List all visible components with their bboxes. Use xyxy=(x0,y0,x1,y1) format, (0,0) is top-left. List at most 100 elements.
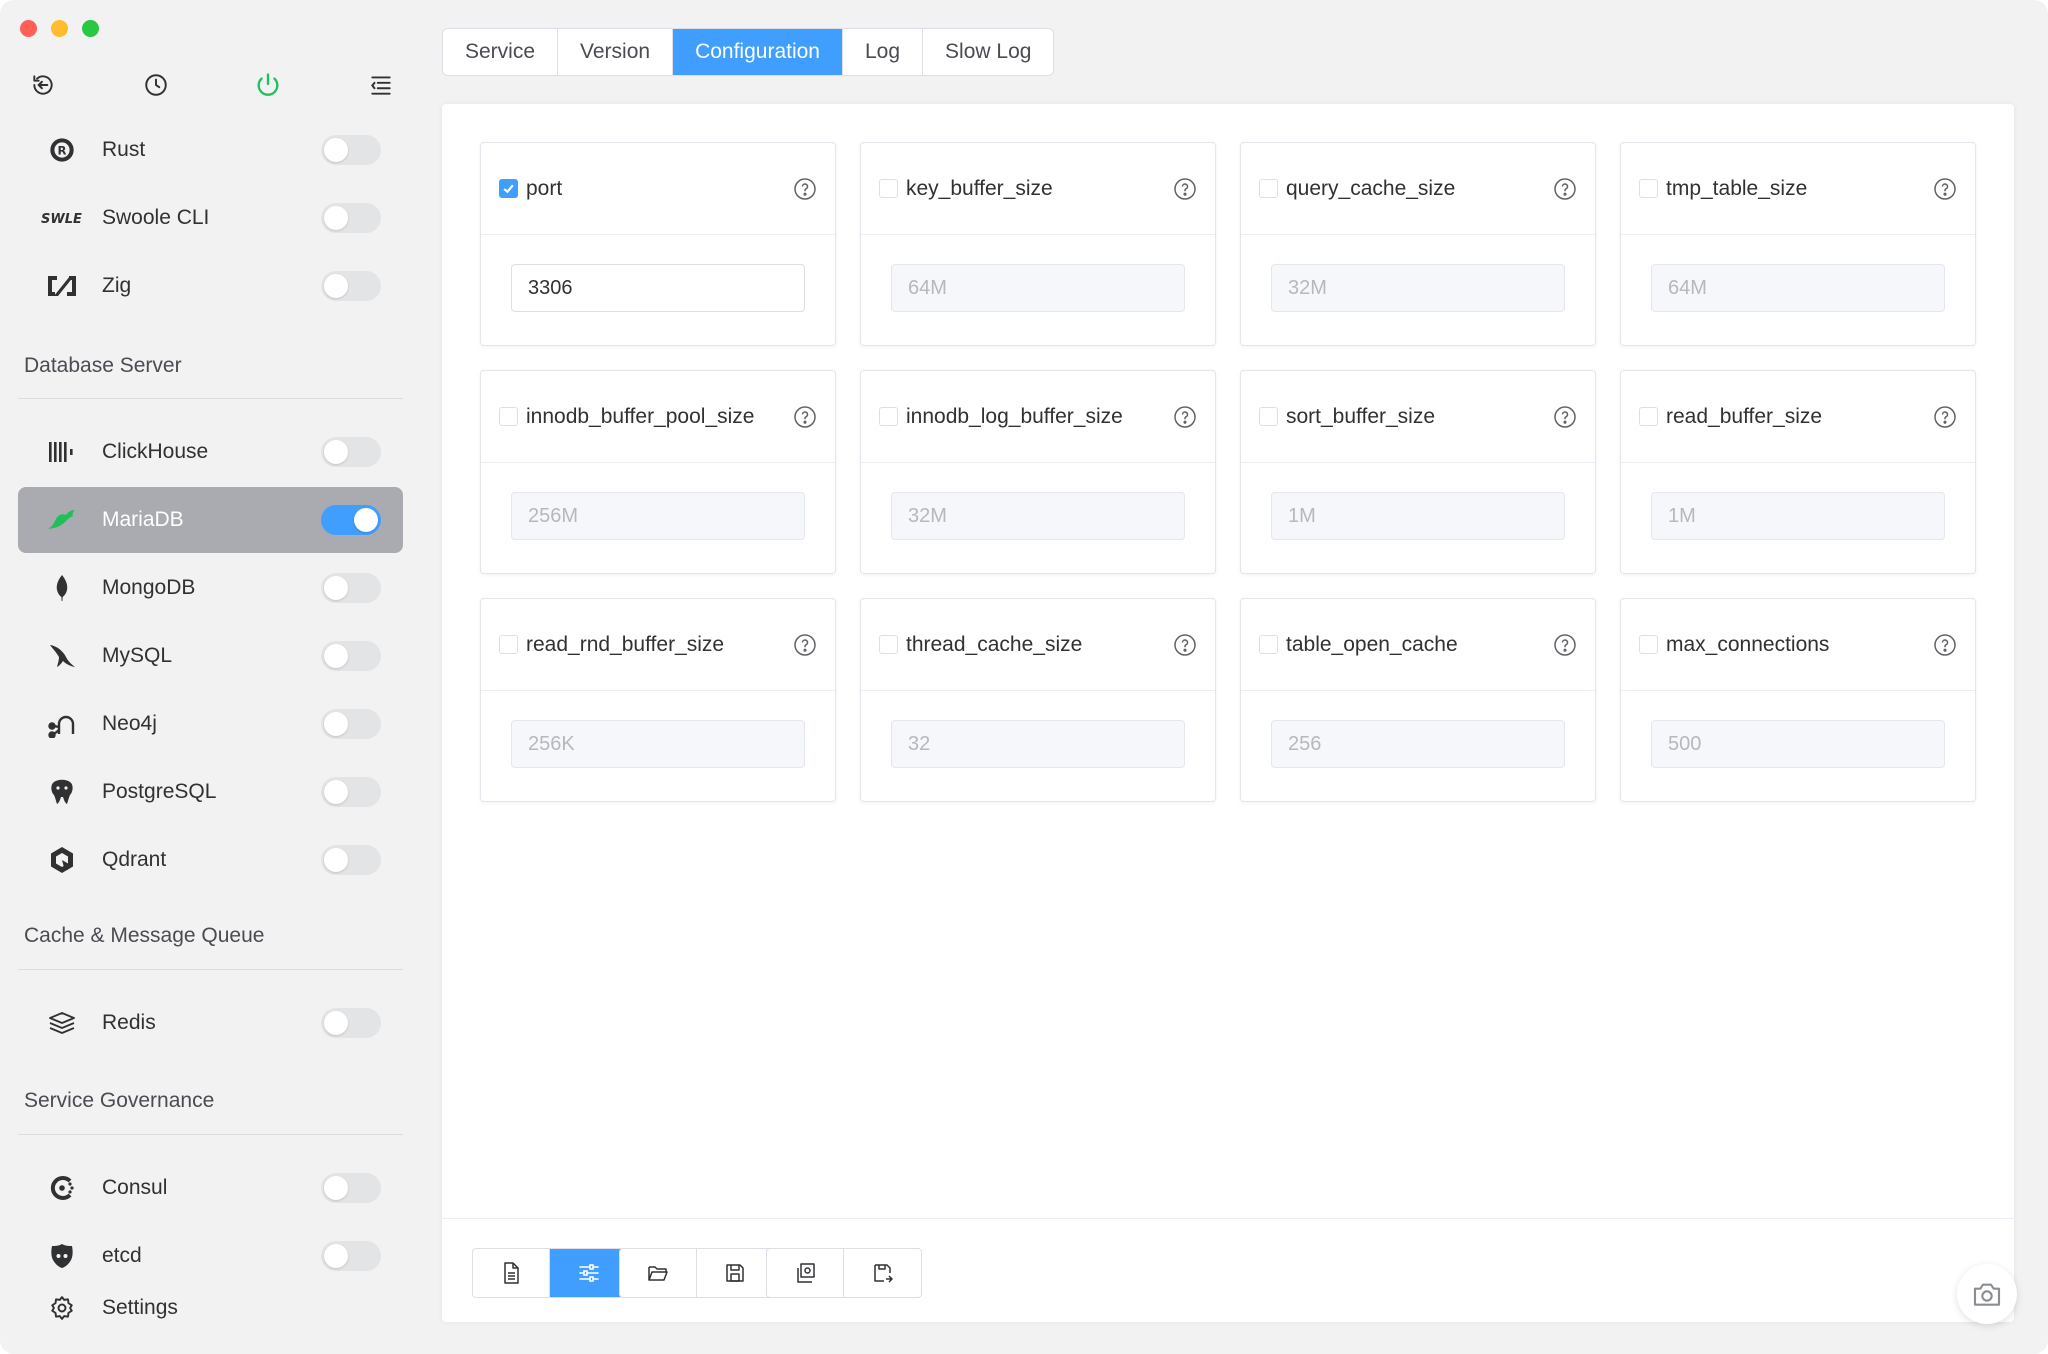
config-value-input[interactable] xyxy=(1271,492,1565,540)
config-checkbox[interactable] xyxy=(499,407,518,426)
config-grid: port key_buffer_size query_cache_size xyxy=(480,142,1976,802)
config-name: query_cache_size xyxy=(1286,176,1456,200)
config-value-input[interactable] xyxy=(1271,720,1565,768)
help-icon[interactable] xyxy=(1553,405,1577,429)
tab-configuration[interactable]: Configuration xyxy=(673,29,843,75)
help-icon[interactable] xyxy=(1553,177,1577,201)
sidebar-item-zig[interactable]: Zig xyxy=(18,253,403,319)
config-value-input[interactable] xyxy=(511,264,805,312)
config-checkbox[interactable] xyxy=(499,179,518,198)
section-divider xyxy=(18,398,403,399)
config-checkbox[interactable] xyxy=(879,407,898,426)
swoole-icon: SWLE xyxy=(40,201,84,235)
config-checkbox[interactable] xyxy=(879,179,898,198)
config-value-input[interactable] xyxy=(511,720,805,768)
svg-text:R: R xyxy=(58,144,67,158)
service-toggle[interactable] xyxy=(321,1173,381,1203)
sliders-button[interactable] xyxy=(550,1249,627,1297)
config-checkbox[interactable] xyxy=(1639,635,1658,654)
service-toggle[interactable] xyxy=(321,709,381,739)
tab-service[interactable]: Service xyxy=(443,29,559,75)
help-icon[interactable] xyxy=(1933,633,1957,657)
config-value-input[interactable] xyxy=(1651,492,1945,540)
collapse-menu-icon[interactable] xyxy=(364,68,398,102)
tab-version[interactable]: Version xyxy=(558,29,674,75)
sidebar-item-redis[interactable]: Redis xyxy=(18,990,403,1056)
load-custom-button[interactable] xyxy=(767,1249,844,1297)
config-value-input[interactable] xyxy=(1651,264,1945,312)
config-checkbox[interactable] xyxy=(1259,407,1278,426)
save-custom-icon xyxy=(873,1264,893,1283)
service-toggle[interactable] xyxy=(321,777,381,807)
sidebar-item-mongodb[interactable]: MongoDB xyxy=(18,555,403,621)
service-toggle[interactable] xyxy=(321,437,381,467)
config-name: innodb_log_buffer_size xyxy=(906,404,1123,428)
help-icon[interactable] xyxy=(1173,405,1197,429)
help-icon[interactable] xyxy=(1933,177,1957,201)
folder-open-icon xyxy=(648,1266,668,1281)
sidebar-item-mysql[interactable]: MySQL xyxy=(18,623,403,689)
config-checkbox[interactable] xyxy=(1639,407,1658,426)
sidebar-item-mariadb[interactable]: MariaDB xyxy=(18,487,403,553)
help-icon[interactable] xyxy=(793,405,817,429)
config-name: read_buffer_size xyxy=(1666,404,1823,428)
help-icon[interactable] xyxy=(1173,633,1197,657)
service-toggle[interactable] xyxy=(321,271,381,301)
sidebar-item-settings[interactable]: Settings xyxy=(18,1275,403,1341)
save-custom-button[interactable] xyxy=(844,1249,921,1297)
config-card-max-connections: max_connections xyxy=(1620,598,1976,802)
sidebar-item-rust[interactable]: R Rust xyxy=(18,117,403,183)
config-card-tmp-table-size: tmp_table_size xyxy=(1620,142,1976,346)
service-toggle[interactable] xyxy=(321,1241,381,1271)
service-toggle[interactable] xyxy=(321,845,381,875)
config-checkbox[interactable] xyxy=(1259,635,1278,654)
service-toggle[interactable] xyxy=(321,505,381,535)
clock-icon[interactable] xyxy=(139,68,173,102)
service-toggle[interactable] xyxy=(321,641,381,671)
help-icon[interactable] xyxy=(793,177,817,201)
config-value-input[interactable] xyxy=(891,492,1185,540)
config-value-input[interactable] xyxy=(1651,720,1945,768)
sidebar-item-neo4j[interactable]: Neo4j xyxy=(18,691,403,757)
config-name: sort_buffer_size xyxy=(1286,404,1436,428)
sidebar-item-label: MySQL xyxy=(102,644,173,667)
save-button[interactable] xyxy=(697,1249,774,1297)
config-checkbox[interactable] xyxy=(879,635,898,654)
config-card-innodb-buffer-pool-size: innodb_buffer_pool_size xyxy=(480,370,836,574)
config-checkbox[interactable] xyxy=(1259,179,1278,198)
tab-slow-log[interactable]: Slow Log xyxy=(923,29,1053,75)
config-value-input[interactable] xyxy=(511,492,805,540)
sidebar-item-label: Consul xyxy=(102,1176,168,1199)
config-checkbox[interactable] xyxy=(1639,179,1658,198)
config-value-input[interactable] xyxy=(1271,264,1565,312)
sidebar-item-qdrant[interactable]: Qdrant xyxy=(18,827,403,893)
help-icon[interactable] xyxy=(1173,177,1197,201)
power-icon[interactable] xyxy=(251,68,285,102)
sidebar-item-label: Rust xyxy=(102,138,146,161)
help-icon[interactable] xyxy=(1553,633,1577,657)
sidebar-item-label: PostgreSQL xyxy=(102,780,217,803)
service-toggle[interactable] xyxy=(321,573,381,603)
sidebar-item-clickhouse[interactable]: ClickHouse xyxy=(18,419,403,485)
open-folder-button[interactable] xyxy=(620,1249,697,1297)
mongodb-icon xyxy=(40,571,84,605)
sidebar-item-postgresql[interactable]: PostgreSQL xyxy=(18,759,403,825)
file-text-icon xyxy=(504,1262,519,1284)
sidebar-item-consul[interactable]: Consul xyxy=(18,1155,403,1221)
section-divider xyxy=(18,969,403,970)
section-title-governance: Service Governance xyxy=(24,1089,215,1112)
screenshot-button[interactable] xyxy=(1957,1264,2017,1324)
service-toggle[interactable] xyxy=(321,203,381,233)
file-text-button[interactable] xyxy=(473,1249,550,1297)
service-toggle[interactable] xyxy=(321,135,381,165)
help-icon[interactable] xyxy=(793,633,817,657)
config-card-thread-cache-size: thread_cache_size xyxy=(860,598,1216,802)
help-icon[interactable] xyxy=(1933,405,1957,429)
tab-log[interactable]: Log xyxy=(843,29,924,75)
config-value-input[interactable] xyxy=(891,264,1185,312)
back-icon[interactable] xyxy=(26,68,60,102)
service-toggle[interactable] xyxy=(321,1008,381,1038)
config-checkbox[interactable] xyxy=(499,635,518,654)
sidebar-item-swoole-cli[interactable]: SWLE Swoole CLI xyxy=(18,185,403,251)
config-value-input[interactable] xyxy=(891,720,1185,768)
